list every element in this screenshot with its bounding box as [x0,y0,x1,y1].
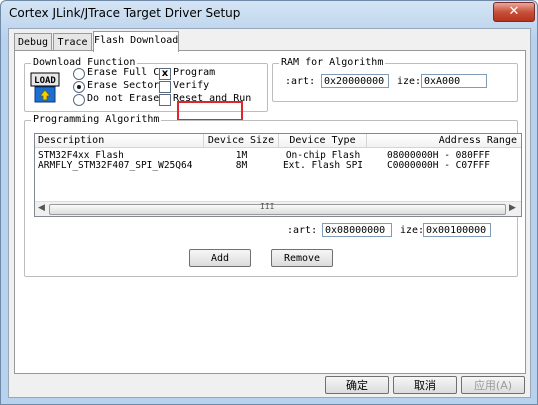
dialog-window: Cortex JLink/JTrace Target Driver Setup … [0,0,538,405]
algorithm-list[interactable]: Description Device Size Device Type Addr… [34,133,522,217]
algorithm-size-label: ize: [400,225,425,236]
ram-start-label: :art: [285,76,316,87]
programming-algorithm-group: Programming Algorithm Description Device… [24,114,522,277]
column-device-type[interactable]: Device Type [279,134,367,148]
program-label: Program [173,67,216,78]
load-icon-text: LOAD [34,76,56,86]
verify-checkbox[interactable] [159,81,171,93]
close-button[interactable]: ✕ [493,2,535,22]
program-check-mark: x [161,68,169,79]
title-bar[interactable]: Cortex JLink/JTrace Target Driver Setup … [1,1,537,27]
scroll-grip: III [260,202,275,211]
add-button[interactable]: Add [189,249,251,267]
row-device-type: Ext. Flash SPI [282,160,364,171]
load-icon: LOAD [29,72,61,104]
algorithm-start-field[interactable]: 0x08000000 [322,223,392,237]
verify-highlight-box [177,101,243,121]
row-address-range: C0000000H - C07FFF [387,160,490,171]
erase-full-chip-label: Erase Full C [87,67,160,78]
programming-algorithm-title: Programming Algorithm [31,114,162,125]
ram-size-label: ize: [397,76,422,87]
tab-trace[interactable]: Trace [53,33,92,51]
reset-and-run-checkbox[interactable] [159,94,171,106]
horizontal-scrollbar[interactable]: ◀ III ▶ [35,201,521,216]
window-title: Cortex JLink/JTrace Target Driver Setup [9,6,241,20]
apply-button[interactable]: 应用(A) [461,376,525,394]
algorithm-size-field[interactable]: 0x00100000 [423,223,491,237]
close-icon: ✕ [508,4,520,19]
erase-sector-label: Erase Sector [87,80,160,91]
verify-label: Verify [173,80,210,91]
tab-flash-download[interactable]: Flash Download [93,31,179,52]
do-not-erase-radio[interactable] [73,94,85,106]
remove-button[interactable]: Remove [271,249,333,267]
ok-button[interactable]: 确定 [325,376,389,394]
tab-flash-download-label: Flash Download [94,35,179,46]
ram-size-field[interactable]: 0xA000 [421,74,487,88]
ram-for-algorithm-group: RAM for Algorithm :art: 0x20000000 ize: … [272,57,518,102]
flash-download-panel: Download Function LOAD Erase Full C Eras… [14,50,526,374]
ram-start-field[interactable]: 0x20000000 [321,74,389,88]
tab-trace-label: Trace [57,37,88,48]
tab-debug-label: Debug [17,37,49,48]
ram-for-algorithm-title: RAM for Algorithm [279,57,386,68]
dialog-client-area: Debug Trace Flash Download Download Func… [8,28,531,398]
erase-sector-radio[interactable] [73,81,85,93]
do-not-erase-label: Do not Erase [87,93,160,104]
cancel-button[interactable]: 取消 [393,376,457,394]
algorithm-start-label: :art: [287,225,318,236]
column-description[interactable]: Description [35,134,204,148]
erase-full-chip-radio[interactable] [73,68,85,80]
program-checkbox[interactable]: x [159,68,171,80]
row-description: ARMFLY_STM32F407_SPI_W25Q64 [38,160,193,171]
scroll-right-icon[interactable]: ▶ [509,203,516,213]
scroll-left-icon[interactable]: ◀ [38,203,45,213]
column-device-size[interactable]: Device Size [204,134,279,148]
scroll-thumb[interactable]: III [49,202,506,215]
tab-debug[interactable]: Debug [14,33,52,51]
row-device-size: 8M [235,160,248,171]
column-address-range[interactable]: Address Range [367,134,521,148]
